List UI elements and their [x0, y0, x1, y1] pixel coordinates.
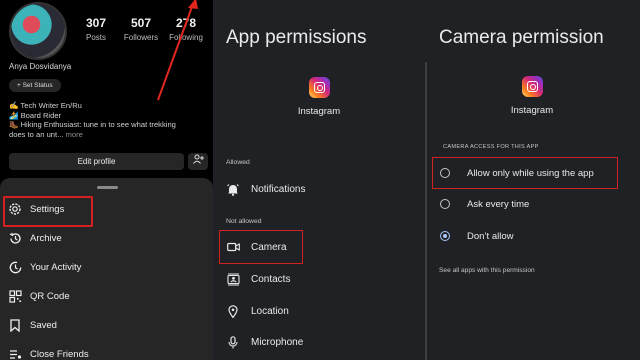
app-name: Instagram — [510, 105, 554, 116]
bio-line: ✍️ Tech Writer En/Ru — [9, 101, 82, 110]
camera-highlight-box — [219, 230, 303, 264]
followers-stat[interactable]: 507 Followers — [119, 16, 163, 42]
allowed-section-label: Allowed — [226, 159, 250, 166]
location-pin-icon — [225, 303, 241, 319]
option-dont-allow[interactable]: Don’t allow — [440, 226, 635, 246]
bio-line: 🥾 Hiking Enthusiast: tune in to see what… — [9, 120, 176, 130]
posts-count: 307 — [85, 16, 107, 30]
menu-item-close-friends[interactable]: Close Friends — [6, 342, 206, 360]
permission-label: Notifications — [251, 183, 306, 195]
bio-truncated-text: does to an unt... — [9, 129, 64, 139]
menu-item-qr-code[interactable]: QR Code — [6, 284, 206, 308]
avatar[interactable] — [9, 2, 67, 60]
permission-contacts[interactable]: Contacts — [225, 268, 415, 290]
permission-microphone[interactable]: Microphone — [225, 331, 415, 353]
radio-button[interactable] — [440, 199, 450, 209]
panel-divider — [425, 62, 427, 360]
posts-stat[interactable]: 307 Posts — [74, 16, 118, 42]
bio-more-link[interactable]: more — [66, 130, 83, 139]
set-status-button[interactable]: + Set Status — [9, 79, 61, 92]
option-label: Don’t allow — [467, 230, 514, 242]
menu-item-label: QR Code — [30, 290, 70, 302]
permission-notifications[interactable]: Notifications — [225, 178, 415, 200]
permission-label: Contacts — [251, 273, 291, 285]
menu-item-label: Your Activity — [30, 261, 82, 273]
discover-people-button[interactable] — [188, 153, 208, 170]
menu-item-archive[interactable]: Archive — [6, 226, 206, 250]
following-stat[interactable]: 278 Following — [164, 16, 208, 42]
profile-bio: ✍️ Tech Writer En/Ru 🏄 Board Rider 🥾 Hik… — [9, 101, 205, 139]
microphone-icon — [225, 334, 241, 350]
bell-icon — [225, 181, 241, 197]
add-person-icon — [192, 154, 204, 164]
edit-profile-button[interactable]: Edit profile — [9, 153, 184, 170]
radio-button-selected[interactable] — [440, 231, 450, 241]
followers-label: Followers — [123, 33, 159, 42]
permission-location[interactable]: Location — [225, 300, 415, 322]
menu-item-label: Close Friends — [30, 348, 89, 360]
menu-item-saved[interactable]: Saved — [6, 313, 206, 337]
page-title: App permissions — [226, 27, 367, 48]
app-permissions-panel: App permissions Instagram Allowed Notifi… — [213, 0, 426, 360]
archive-history-icon — [6, 229, 24, 247]
following-count: 278 — [175, 16, 197, 30]
bio-line: 🏄 Board Rider — [9, 110, 62, 120]
close-friends-list-icon — [6, 345, 24, 360]
menu-item-label: Archive — [30, 232, 62, 244]
followers-count: 507 — [130, 16, 152, 30]
contacts-icon — [225, 271, 241, 287]
qr-code-icon — [6, 287, 24, 305]
instagram-profile-panel: 307 Posts 507 Followers 278 Following An… — [0, 0, 213, 360]
posts-label: Posts — [85, 33, 106, 42]
activity-clock-icon — [6, 258, 24, 276]
instagram-app-icon — [309, 77, 330, 98]
sheet-drag-handle[interactable] — [97, 186, 118, 189]
permission-label: Location — [251, 305, 289, 317]
profile-username: Anya Dosvidanya — [9, 62, 72, 71]
option-label: Ask every time — [467, 198, 530, 210]
permission-label: Microphone — [251, 336, 304, 348]
see-all-apps-link[interactable]: See all apps with this permission — [439, 267, 535, 274]
page-title: Camera permission — [439, 27, 604, 48]
option-ask-every-time[interactable]: Ask every time — [440, 194, 635, 214]
menu-item-your-activity[interactable]: Your Activity — [6, 255, 206, 279]
settings-highlight-box — [3, 196, 93, 227]
not-allowed-section-label: Not allowed — [226, 218, 262, 225]
bookmark-icon — [6, 316, 24, 334]
following-label: Following — [169, 33, 203, 42]
app-name: Instagram — [297, 106, 341, 117]
menu-item-label: Saved — [30, 319, 57, 331]
bio-line: does to an unt... more — [9, 130, 205, 140]
camera-access-caption: CAMERA ACCESS FOR THIS APP — [443, 144, 539, 150]
instagram-app-icon — [522, 76, 543, 97]
allow-while-using-highlight-box — [432, 157, 618, 189]
